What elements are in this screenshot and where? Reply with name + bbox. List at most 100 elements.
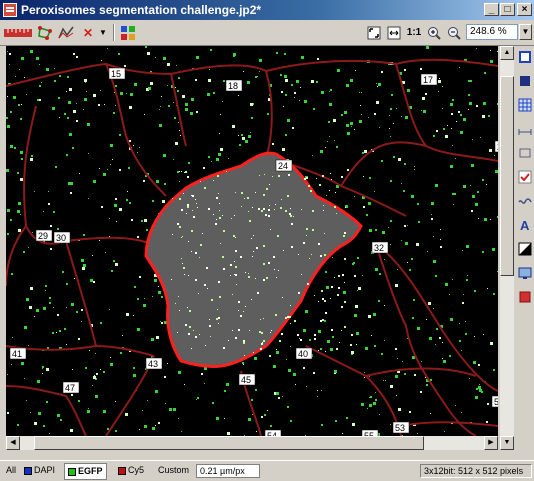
channel-tab-egfp[interactable]: EGFP bbox=[64, 463, 107, 480]
dropdown-arrow-icon[interactable]: ▼ bbox=[98, 24, 108, 41]
spot bbox=[155, 425, 156, 426]
spot bbox=[54, 80, 56, 82]
spot bbox=[332, 336, 334, 338]
spot bbox=[215, 223, 217, 225]
spot bbox=[291, 223, 293, 225]
grid-icon[interactable] bbox=[518, 98, 532, 112]
delete-icon[interactable]: ✕ bbox=[80, 24, 96, 41]
channel-tab-all[interactable]: All bbox=[6, 463, 16, 478]
vertical-scroll-thumb[interactable] bbox=[500, 76, 514, 276]
spot bbox=[407, 225, 408, 226]
spot bbox=[318, 350, 319, 351]
spot bbox=[376, 83, 377, 84]
spot bbox=[293, 216, 294, 217]
spot bbox=[178, 77, 180, 79]
spot bbox=[346, 124, 349, 127]
spot bbox=[90, 279, 93, 282]
spot bbox=[397, 358, 398, 359]
text-icon[interactable]: A bbox=[518, 218, 532, 232]
segmentation-image[interactable]: 151817242293032414340474550535455 bbox=[6, 46, 498, 436]
stop-icon[interactable] bbox=[518, 290, 532, 304]
spot bbox=[87, 410, 90, 413]
scroll-down-button[interactable]: ▼ bbox=[500, 436, 514, 450]
spot bbox=[371, 335, 372, 336]
spot bbox=[137, 152, 138, 153]
spot bbox=[235, 266, 237, 268]
spot bbox=[277, 235, 279, 237]
channel-tab-cy5[interactable]: Cy5 bbox=[118, 463, 144, 478]
spot bbox=[346, 84, 349, 87]
spot bbox=[486, 421, 488, 423]
spot bbox=[218, 281, 220, 283]
check-list-icon[interactable] bbox=[518, 170, 532, 184]
channel-tab-dapi[interactable]: DAPI bbox=[24, 463, 55, 478]
rectangle-icon[interactable] bbox=[518, 146, 532, 160]
zoom-in-icon[interactable] bbox=[426, 24, 442, 41]
fit-to-window-icon[interactable] bbox=[366, 24, 382, 41]
spot bbox=[362, 275, 363, 276]
spot bbox=[113, 260, 115, 262]
spot bbox=[47, 347, 49, 349]
spot bbox=[266, 277, 268, 279]
spot bbox=[204, 383, 205, 384]
spot bbox=[317, 58, 319, 60]
spot bbox=[114, 204, 117, 207]
spot bbox=[195, 252, 197, 254]
zoom-out-icon[interactable] bbox=[446, 24, 462, 41]
spot bbox=[167, 85, 168, 86]
spot bbox=[454, 193, 456, 195]
spot bbox=[151, 338, 154, 341]
spot bbox=[67, 76, 69, 78]
spot bbox=[331, 286, 333, 288]
palette-icon[interactable] bbox=[119, 24, 137, 41]
spot bbox=[252, 207, 253, 208]
spot bbox=[442, 342, 443, 343]
spot bbox=[218, 323, 219, 324]
spot bbox=[384, 340, 385, 341]
actual-size-icon[interactable]: 1:1 bbox=[406, 24, 422, 41]
maximize-button[interactable]: □ bbox=[500, 3, 515, 16]
ruler-icon[interactable] bbox=[4, 24, 32, 41]
zoom-dropdown-button[interactable]: ▼ bbox=[519, 24, 532, 40]
minimize-button[interactable]: _ bbox=[484, 3, 499, 16]
spot bbox=[452, 279, 453, 280]
spot bbox=[295, 384, 296, 385]
spot bbox=[320, 150, 323, 153]
spot bbox=[45, 290, 46, 291]
image-viewport[interactable]: 151817242293032414340474550535455 bbox=[6, 46, 498, 436]
filled-square-icon[interactable] bbox=[518, 74, 532, 88]
spot bbox=[338, 287, 340, 289]
monitor-icon[interactable] bbox=[518, 266, 532, 280]
close-button[interactable]: × bbox=[517, 3, 532, 16]
scroll-right-button[interactable]: ▶ bbox=[484, 436, 498, 450]
spot bbox=[342, 433, 343, 434]
channel-tab-custom[interactable]: Custom bbox=[158, 463, 189, 478]
spot bbox=[107, 169, 108, 170]
spot bbox=[209, 69, 210, 70]
contrast-icon[interactable] bbox=[518, 242, 532, 256]
spot bbox=[440, 229, 441, 230]
spot bbox=[462, 250, 463, 251]
spot bbox=[190, 112, 193, 115]
wave-icon[interactable] bbox=[518, 194, 532, 208]
polyline-icon[interactable] bbox=[57, 24, 75, 41]
horizontal-scroll-thumb[interactable] bbox=[34, 436, 424, 450]
zoom-level-field[interactable]: 248.6 % bbox=[466, 24, 518, 40]
vertical-scrollbar[interactable]: ▲ ▼ bbox=[500, 46, 514, 450]
square-select-icon[interactable] bbox=[518, 50, 532, 64]
fit-width-icon[interactable] bbox=[386, 24, 402, 41]
horizontal-scrollbar[interactable]: ◀ ▶ bbox=[6, 436, 498, 450]
spot bbox=[49, 302, 51, 304]
scroll-left-button[interactable]: ◀ bbox=[6, 436, 20, 450]
spot bbox=[270, 425, 272, 427]
spot bbox=[154, 279, 157, 282]
spot bbox=[314, 334, 316, 336]
app-icon[interactable] bbox=[3, 3, 17, 17]
spot bbox=[275, 314, 277, 316]
spot bbox=[17, 172, 19, 174]
measure-icon[interactable] bbox=[518, 122, 532, 136]
spot bbox=[213, 180, 214, 181]
scroll-up-button[interactable]: ▲ bbox=[500, 46, 514, 60]
spot bbox=[76, 103, 77, 104]
mesh-node-icon[interactable] bbox=[36, 24, 54, 41]
